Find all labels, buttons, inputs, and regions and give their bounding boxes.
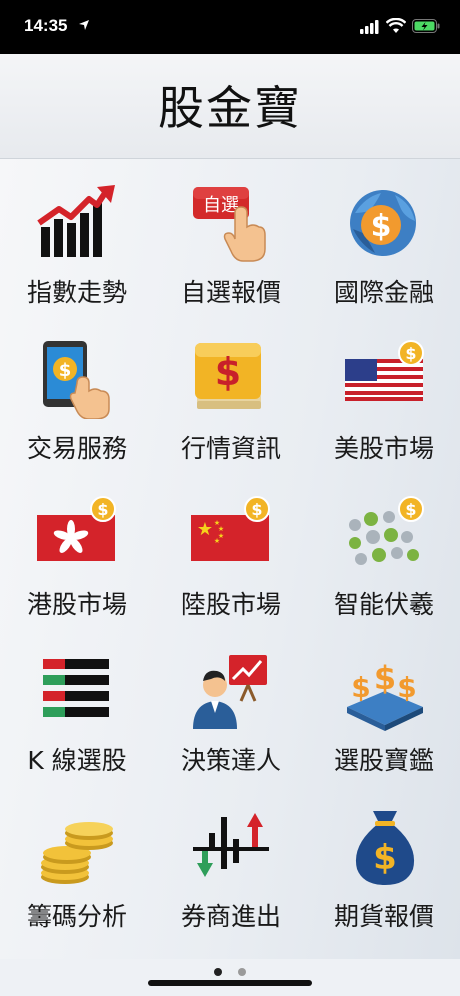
menu-item-label: 美股市場 bbox=[333, 434, 434, 463]
menu-item-label: 行情資訊 bbox=[180, 434, 281, 463]
cellular-signal-icon bbox=[360, 20, 379, 34]
k-line-icon bbox=[37, 651, 117, 731]
watchlist-tap-icon: 自選 bbox=[191, 183, 271, 263]
location-arrow-icon bbox=[79, 20, 89, 30]
coin-stack-icon bbox=[37, 807, 117, 887]
svg-text:$: $ bbox=[405, 500, 416, 519]
status-bar: 14:35 bbox=[0, 0, 460, 54]
menu-item-intl-finance[interactable]: $ 國際金融 bbox=[308, 167, 460, 323]
wifi-icon bbox=[386, 18, 406, 33]
page-title: 股金寶 bbox=[158, 81, 302, 135]
menu-item-hk-market[interactable]: $ 港股市場 bbox=[0, 479, 154, 635]
menu-area: 指數走勢 自選 自選報價 $ 國際金融 $ 交易服務 $ 行情資訊 $ 美股市場… bbox=[0, 159, 460, 959]
svg-text:★: ★ bbox=[214, 537, 220, 545]
dot-grid-icon: $ bbox=[345, 495, 425, 575]
menu-item-label: 智能伏羲 bbox=[333, 590, 434, 619]
menu-item-label: 陸股市場 bbox=[180, 590, 281, 619]
menu-item-futures-quote[interactable]: $ 期貨報價 bbox=[308, 791, 460, 947]
svg-text:$: $ bbox=[351, 671, 370, 704]
battery-charging-icon bbox=[412, 19, 440, 33]
svg-text:$: $ bbox=[374, 659, 396, 697]
dollar-book-icon: $ bbox=[191, 339, 271, 419]
page-indicator[interactable] bbox=[0, 961, 460, 976]
money-bag-icon: $ bbox=[345, 807, 425, 887]
presenter-icon bbox=[191, 651, 271, 731]
svg-text:$: $ bbox=[215, 350, 241, 394]
menu-item-decision-expert[interactable]: 決策達人 bbox=[154, 635, 308, 791]
us-flag-icon: $ bbox=[345, 339, 425, 419]
page-dot-1[interactable] bbox=[214, 968, 223, 976]
globe-dollar-icon: $ bbox=[345, 183, 425, 263]
menu-item-market-info[interactable]: $ 行情資訊 bbox=[154, 323, 308, 479]
cn-flag-icon: ★ ★ ★ ★ ★ $ bbox=[191, 495, 271, 575]
status-time: 14:35 bbox=[24, 16, 68, 35]
svg-text:$: $ bbox=[373, 838, 397, 878]
menu-item-chip-analysis[interactable]: 籌碼分析 bbox=[0, 791, 154, 947]
svg-text:★: ★ bbox=[197, 519, 213, 540]
app-header: 股金寶 bbox=[0, 54, 460, 159]
menu-item-label: 國際金融 bbox=[333, 278, 434, 307]
menu-item-label: 券商進出 bbox=[180, 902, 281, 931]
svg-text:$: $ bbox=[397, 671, 416, 704]
svg-text:$: $ bbox=[371, 209, 392, 244]
page-dot-2[interactable] bbox=[237, 968, 246, 976]
trend-chart-icon bbox=[37, 183, 117, 263]
svg-text:$: $ bbox=[97, 500, 108, 519]
menu-item-label: 籌碼分析 bbox=[26, 902, 127, 931]
menu-item-label: 決策達人 bbox=[180, 746, 281, 775]
svg-text:$: $ bbox=[59, 360, 72, 381]
home-indicator[interactable] bbox=[148, 980, 312, 986]
svg-text:自選: 自選 bbox=[203, 195, 239, 216]
menu-item-smart-fuxi[interactable]: $ 智能伏羲 bbox=[308, 479, 460, 635]
menu-item-watchlist[interactable]: 自選 自選報價 bbox=[154, 167, 308, 323]
svg-text:$: $ bbox=[405, 344, 416, 363]
menu-grid: 指數走勢 自選 自選報價 $ 國際金融 $ 交易服務 $ 行情資訊 $ 美股市場… bbox=[0, 167, 460, 947]
tablet-trade-icon: $ bbox=[37, 339, 117, 419]
menu-item-index-trend[interactable]: 指數走勢 bbox=[0, 167, 154, 323]
menu-item-label: 期貨報價 bbox=[333, 902, 434, 931]
menu-item-label: 選股寶鑑 bbox=[333, 746, 434, 775]
broker-arrows-icon bbox=[191, 807, 271, 887]
svg-text:$: $ bbox=[251, 500, 262, 519]
menu-item-label: K 線選股 bbox=[27, 746, 127, 775]
menu-item-label: 指數走勢 bbox=[26, 278, 127, 307]
menu-item-label: 自選報價 bbox=[180, 278, 281, 307]
menu-item-stock-guide[interactable]: $ $ $ 選股寶鑑 bbox=[308, 635, 460, 791]
dollar-signs-icon: $ $ $ bbox=[345, 651, 425, 731]
menu-item-cn-market[interactable]: ★ ★ ★ ★ ★ $ 陸股市場 bbox=[154, 479, 308, 635]
menu-item-label: 交易服務 bbox=[26, 434, 127, 463]
menu-item-label: 港股市場 bbox=[26, 590, 127, 619]
hk-flag-icon: $ bbox=[37, 495, 117, 575]
menu-item-trade-service[interactable]: $ 交易服務 bbox=[0, 323, 154, 479]
menu-item-us-market[interactable]: $ 美股市場 bbox=[308, 323, 460, 479]
menu-item-broker-flow[interactable]: 券商進出 bbox=[154, 791, 308, 947]
menu-item-k-line[interactable]: K 線選股 bbox=[0, 635, 154, 791]
